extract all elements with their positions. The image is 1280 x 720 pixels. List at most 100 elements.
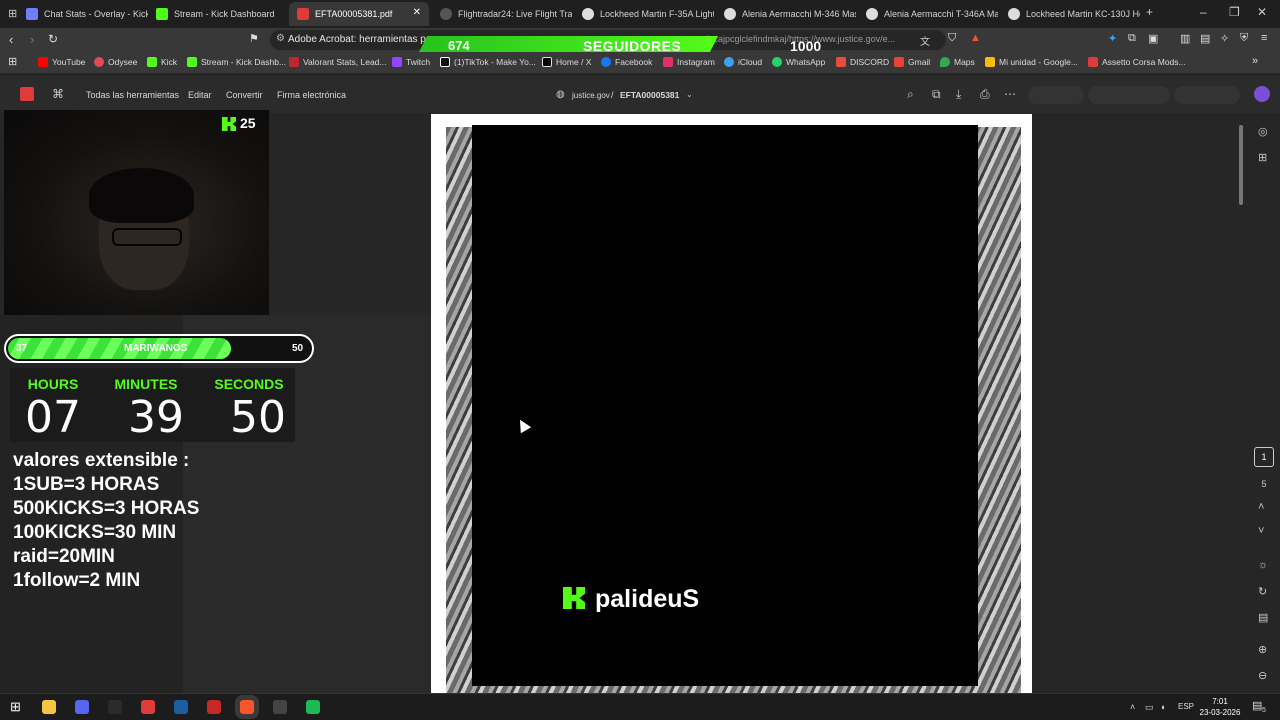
bookmark-facebook[interactable]: Facebook — [601, 57, 652, 67]
download-icon[interactable]: ⤓ — [956, 87, 961, 102]
bookmark-discord[interactable]: DISCORD — [836, 57, 889, 67]
document-filename[interactable]: EFTA00005381 — [620, 90, 679, 100]
bookmark-youtube[interactable]: YouTube — [38, 57, 85, 67]
bookmark-star-icon[interactable]: ⚑ — [249, 32, 259, 45]
bookmark-kick-dashboard[interactable]: Stream - Kick Dashb... — [187, 57, 286, 67]
bookmark-odysee[interactable]: Odysee — [94, 57, 137, 67]
menu-edit[interactable]: Editar — [188, 90, 212, 100]
page-info-icon[interactable]: ▤ — [1258, 611, 1268, 624]
discord-icon[interactable] — [75, 700, 89, 714]
steam-icon[interactable] — [174, 700, 188, 714]
app-stripe-icon[interactable] — [207, 700, 221, 714]
brightness-icon[interactable]: ☼ — [1258, 559, 1268, 571]
print-icon[interactable]: ⎙ — [980, 87, 990, 102]
bookmark-label: Kick — [161, 57, 178, 67]
comment-icon[interactable]: ◎ — [1258, 125, 1268, 138]
brave-rewards-icon[interactable]: ▲ — [970, 32, 981, 44]
odysee-icon — [94, 57, 104, 67]
reload-icon[interactable]: ↻ — [48, 32, 58, 46]
notifications-icon[interactable]: ▤ — [1252, 699, 1262, 712]
placeholder-button[interactable] — [1028, 86, 1084, 104]
x-icon — [542, 57, 552, 67]
profile-shield-icon[interactable]: ⛨ — [1240, 32, 1248, 45]
vpn-icon[interactable]: ✧ — [1220, 32, 1229, 45]
menu-e-signature[interactable]: Firma electrónica — [277, 90, 346, 100]
bookmark-tiktok[interactable]: (1)TikTok - Make Yo... — [440, 57, 536, 67]
placeholder-button[interactable] — [1174, 86, 1240, 104]
bookmark-x[interactable]: Home / X — [542, 57, 591, 67]
tab-t346a[interactable]: Alenia Aermacchi T-346A Mast — [858, 2, 998, 26]
page-up-icon[interactable]: ˄ — [1258, 501, 1264, 513]
forward-icon[interactable]: › — [30, 32, 34, 47]
chevron-down-icon[interactable]: ⌄ — [686, 90, 693, 99]
new-tab-icon[interactable]: + — [1146, 5, 1153, 19]
bookmark-label: iCloud — [738, 57, 763, 67]
tab-flightradar[interactable]: Flightradar24: Live Flight Tracke — [432, 2, 572, 26]
bookmark-maps[interactable]: Maps — [940, 57, 975, 67]
bookmark-icloud[interactable]: iCloud — [724, 57, 762, 67]
bookmark-kick[interactable]: Kick — [147, 57, 177, 67]
thumbnails-icon[interactable]: ⊞ — [1258, 151, 1267, 164]
bookmark-whatsapp[interactable]: WhatsApp — [772, 57, 825, 67]
obs-icon[interactable] — [273, 700, 287, 714]
app-red-icon[interactable] — [141, 700, 155, 714]
tab-pdf-active[interactable]: EFTA00005381.pdf ✕ — [289, 2, 429, 26]
sidebar-icon[interactable]: ▥ — [1180, 32, 1190, 45]
bookmark-label: Stream - Kick Dashb... — [201, 57, 287, 67]
network-icon[interactable]: ▭ — [1145, 702, 1154, 713]
user-avatar-icon[interactable] — [1254, 86, 1270, 102]
file-explorer-icon[interactable] — [42, 700, 56, 714]
acrobat-logo-icon[interactable] — [20, 87, 34, 101]
page-layout-icon[interactable]: ⧉ — [932, 87, 941, 102]
menu-all-tools[interactable]: Todas las herramientas — [86, 90, 179, 100]
menu-icon[interactable]: ≡ — [1261, 32, 1267, 44]
bookmark-twitch[interactable]: Twitch — [392, 57, 430, 67]
rotate-icon[interactable]: ↻ — [1258, 585, 1267, 598]
translate-icon[interactable]: 文 — [920, 33, 930, 48]
media-icon[interactable]: ▣ — [1148, 32, 1158, 45]
clock-time: 7:01 — [1212, 697, 1228, 706]
placeholder-button[interactable] — [1088, 86, 1170, 104]
language-indicator[interactable]: ESP — [1178, 702, 1194, 711]
apps-grid-icon[interactable]: ⊞ — [8, 55, 17, 68]
tab-kc130j[interactable]: Lockheed Martin KC-130J Herc — [1000, 2, 1140, 26]
brave-shield-icon[interactable]: ⛉ — [948, 32, 956, 45]
bookmark-instagram[interactable]: Instagram — [663, 57, 715, 67]
minimize-icon[interactable]: – — [1200, 5, 1207, 19]
tab-m346[interactable]: Alenia Aermacchi M-346 Mast — [716, 2, 856, 26]
spotify-icon[interactable] — [306, 700, 320, 714]
bookmark-google-drive[interactable]: Mi unidad - Google... — [985, 57, 1078, 67]
tab-kick-dashboard[interactable]: Stream - Kick Dashboard — [148, 2, 288, 26]
tools-icon[interactable]: ⌘ — [52, 87, 64, 101]
leo-ai-icon[interactable]: ✦ — [1108, 32, 1117, 45]
zoom-out-icon[interactable]: ⊖ — [1258, 669, 1267, 682]
current-page-box[interactable]: 1 — [1254, 447, 1274, 467]
more-bookmarks-icon[interactable]: » — [1252, 55, 1258, 67]
wallet-icon[interactable]: ▤ — [1200, 32, 1210, 45]
brave-icon[interactable] — [240, 700, 254, 714]
epic-games-icon[interactable] — [108, 700, 122, 714]
tab-f35[interactable]: Lockheed Martin F-35A Lightn — [574, 2, 714, 26]
more-options-icon[interactable]: ⋯ — [1004, 87, 1016, 101]
page-down-icon[interactable]: ˅ — [1258, 525, 1264, 537]
restore-icon[interactable]: ❐ — [1229, 5, 1240, 19]
windows-start-icon[interactable]: ⊞ — [10, 699, 21, 715]
scrollbar-thumb[interactable] — [1239, 125, 1243, 205]
tab-grid-icon[interactable]: ⊞ — [8, 7, 17, 20]
site-info-icon[interactable]: ⚙ — [276, 33, 285, 44]
volume-icon[interactable]: ◖ — [1160, 702, 1165, 712]
system-clock[interactable]: 7:01 23-03-2026 — [1198, 696, 1242, 718]
whatsapp-icon — [772, 57, 782, 67]
window-close-icon[interactable]: ✕ — [1257, 5, 1267, 19]
tab-chat-stats[interactable]: Chat Stats - Overlay - KickTools — [18, 2, 148, 26]
extensions-icon[interactable]: ⧉ — [1128, 32, 1136, 45]
tray-chevron-icon[interactable]: ˄ — [1130, 702, 1135, 712]
zoom-in-icon[interactable]: ⊕ — [1258, 643, 1267, 656]
search-icon[interactable]: ⌕ — [907, 87, 914, 102]
tab-close-icon[interactable]: ✕ — [413, 7, 421, 18]
menu-convert[interactable]: Convertir — [226, 90, 263, 100]
back-icon[interactable]: ‹ — [9, 32, 13, 47]
bookmark-gmail[interactable]: Gmail — [894, 57, 930, 67]
bookmark-valorant[interactable]: Valorant Stats, Lead... — [289, 57, 386, 67]
bookmark-assetto[interactable]: Assetto Corsa Mods... — [1088, 57, 1186, 67]
